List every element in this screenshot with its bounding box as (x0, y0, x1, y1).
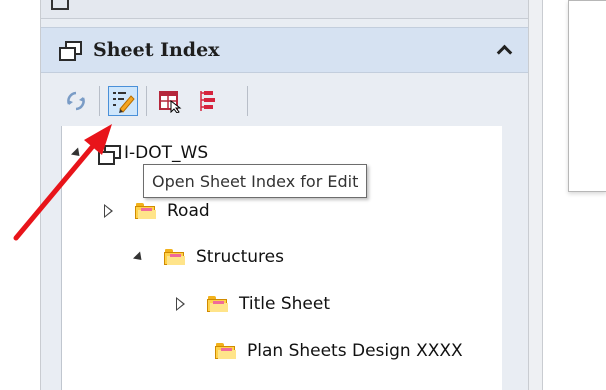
collapsed-arrow-icon[interactable] (176, 297, 185, 311)
toolbar-separator (247, 86, 248, 116)
tree-item-label: Plan Sheets Design XXXX (247, 341, 463, 361)
tree-item-title-sheet[interactable]: Title Sheet (176, 289, 330, 319)
sheet-export-icon (159, 91, 182, 113)
refresh-button[interactable] (61, 86, 91, 116)
tree-item-label: Structures (196, 247, 284, 267)
tree-root-label: I-DOT_WS (124, 143, 209, 163)
background-dialog (568, 0, 606, 192)
tree-item-road[interactable]: Road (104, 196, 210, 226)
panel-right-border (542, 0, 543, 390)
tree-organize-icon (200, 91, 215, 111)
tree-item-label: Title Sheet (239, 294, 330, 314)
toolbar-separator (99, 86, 100, 116)
tooltip: Open Sheet Index for Edit (143, 164, 368, 198)
export-sheets-button[interactable] (155, 86, 185, 116)
folder-icon (215, 343, 237, 359)
edit-sheet-index-icon (113, 92, 135, 113)
sheet-index-toolbar (61, 82, 281, 120)
refresh-icon (67, 91, 85, 111)
sheet-index-root-icon (98, 143, 121, 165)
tree-item-label: Road (167, 201, 210, 221)
left-gutter (0, 0, 40, 390)
toolbar-separator (146, 86, 147, 116)
chevron-up-icon[interactable] (494, 41, 514, 57)
organize-tree-button[interactable] (191, 86, 221, 116)
sheet-index-header[interactable]: Sheet Index (41, 27, 528, 73)
panel-scrollbar[interactable] (528, 0, 543, 390)
tree-item-structures[interactable]: Structures (132, 242, 284, 272)
tooltip-text: Open Sheet Index for Edit (152, 171, 359, 191)
section-icon (51, 0, 69, 10)
folder-icon (207, 296, 229, 312)
collapsed-arrow-icon[interactable] (104, 204, 113, 218)
expand-arrow-icon[interactable] (132, 250, 146, 264)
collapsed-section-above[interactable] (41, 0, 528, 19)
sheet-index-title: Sheet Index (93, 39, 220, 61)
expand-arrow-icon[interactable] (70, 146, 84, 160)
open-sheet-index-for-edit-button[interactable] (108, 86, 138, 116)
sheet-index-icon (59, 39, 82, 61)
tree-item-plan-sheets[interactable]: Plan Sheets Design XXXX (215, 336, 463, 366)
folder-icon (135, 203, 157, 219)
folder-icon (164, 249, 186, 265)
